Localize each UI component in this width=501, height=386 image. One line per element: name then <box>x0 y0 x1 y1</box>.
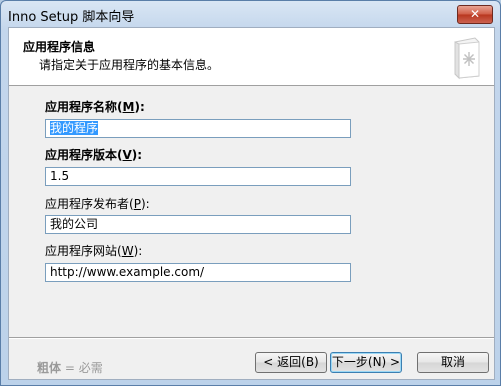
app-publisher-value: 我的公司 <box>50 217 99 231</box>
footer-divider <box>9 337 494 339</box>
close-icon: ✕ <box>469 7 481 21</box>
wizard-window: Inno Setup 脚本向导 ✕ 应用程序信息 请指定关于应用程序的基本信息。 <box>0 0 501 386</box>
required-legend: 粗体 = 必需 <box>37 361 103 375</box>
app-name-input[interactable]: 我的程序 <box>45 119 351 138</box>
close-button[interactable]: ✕ <box>457 5 493 24</box>
app-version-input[interactable]: 1.5 <box>45 167 351 186</box>
cancel-button[interactable]: 取消 <box>417 352 489 373</box>
app-website-label: 应用程序网站(W): <box>45 244 143 258</box>
app-publisher-input[interactable]: 我的公司 <box>45 215 351 234</box>
app-name-label: 应用程序名称(M): <box>45 100 145 114</box>
back-button[interactable]: < 返回(B) <box>255 352 327 373</box>
wizard-page: 应用程序信息 请指定关于应用程序的基本信息。 应用程序名称(M): 我的程序 应… <box>8 27 495 380</box>
book-star-icon <box>454 37 480 80</box>
page-subtitle: 请指定关于应用程序的基本信息。 <box>39 58 220 72</box>
app-version-value: 1.5 <box>50 169 70 183</box>
page-header: 应用程序信息 请指定关于应用程序的基本信息。 <box>9 28 494 86</box>
title-bar: Inno Setup 脚本向导 ✕ <box>1 1 500 27</box>
next-button[interactable]: 下一步(N) > <box>330 352 402 373</box>
app-website-input[interactable]: http://www.example.com/ <box>45 263 351 282</box>
app-version-label: 应用程序版本(V): <box>45 148 143 162</box>
app-website-value: http://www.example.com/ <box>50 265 205 279</box>
app-info-form: 应用程序名称(M): 我的程序 应用程序版本(V): 1.5 应用程序发布者(P… <box>9 86 494 336</box>
app-name-value: 我的程序 <box>50 121 99 135</box>
window-title: Inno Setup 脚本向导 <box>8 10 135 25</box>
page-title: 应用程序信息 <box>23 40 96 54</box>
app-publisher-label: 应用程序发布者(P): <box>45 197 150 211</box>
